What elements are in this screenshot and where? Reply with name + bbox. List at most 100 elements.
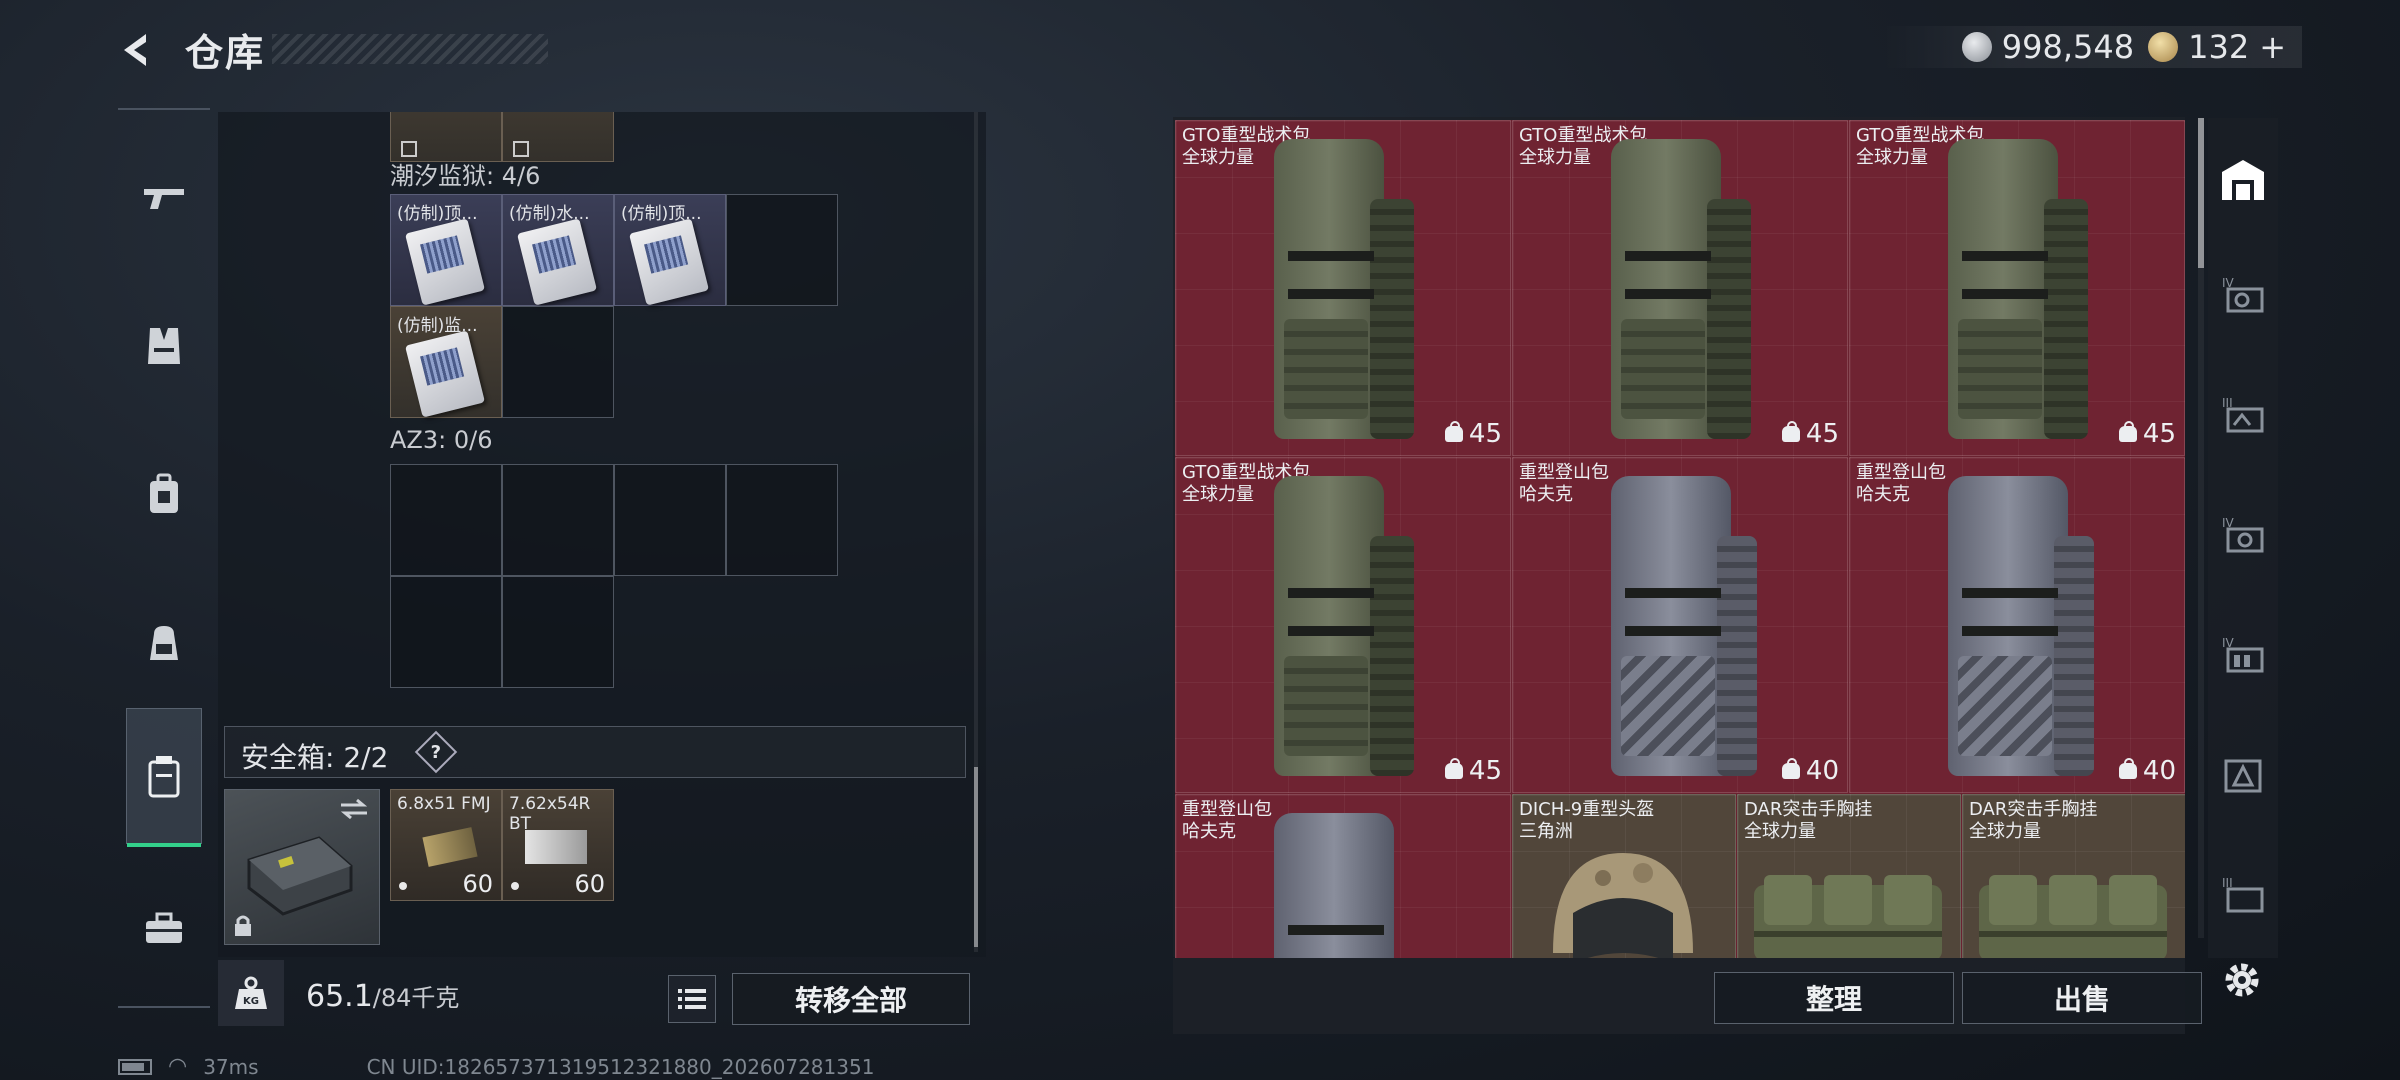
transfer-all-button[interactable]: 转移全部 <box>732 973 970 1025</box>
toolbox-icon <box>146 912 182 943</box>
helmet-image <box>1553 853 1693 958</box>
item-count: 45 <box>1781 419 1839 449</box>
swap-icon[interactable] <box>339 798 369 820</box>
back-arrow-icon <box>124 34 146 66</box>
backpack-icon <box>150 626 178 660</box>
carry-weight: 65.1/84千克 <box>306 978 459 1014</box>
ammo-item[interactable]: 7.62x54R BT 60 <box>502 789 614 901</box>
wifi-icon: ◠ <box>168 1054 188 1079</box>
list-view-button[interactable] <box>668 975 716 1023</box>
item-count: 40 <box>1781 756 1839 786</box>
weight-icon <box>2118 758 2137 779</box>
vest-icon <box>148 328 180 364</box>
empty-slot[interactable] <box>390 576 502 688</box>
empty-slot[interactable] <box>390 464 502 576</box>
weight-icon <box>1444 758 1463 779</box>
item-count: 45 <box>1444 419 1502 449</box>
grade-4-device-icon: IV <box>2222 636 2264 673</box>
coin-amount: 998,548 <box>2001 28 2135 66</box>
back-button[interactable] <box>112 24 164 76</box>
tab-containers[interactable] <box>126 444 202 544</box>
scrollbar-thumb[interactable] <box>2198 118 2204 268</box>
storage-grid[interactable]: GTO重型战术包 全球力量 45 GTO重型战术包 全球力量 45 GTO重型战术包… <box>1175 120 2185 958</box>
storage-item[interactable]: DICH-9重型头盔 三角洲 <box>1512 794 1736 958</box>
grade-4-camera-icon: IV <box>2222 516 2264 553</box>
item-name: 重型登山包 哈夫克 <box>1182 799 1272 842</box>
inventory-item[interactable]: (仿制)顶... <box>390 194 502 306</box>
inventory-item[interactable]: (仿制)水... <box>502 194 614 306</box>
storage-item[interactable]: GTO重型战术包 全球力量 45 <box>1512 120 1848 456</box>
storage-item[interactable]: 重型登山包 哈夫克 40 <box>1849 457 2185 793</box>
ping-text: 37ms <box>203 1054 259 1079</box>
tab-storage-3b[interactable]: III <box>2216 868 2270 922</box>
settings-button[interactable] <box>2214 952 2270 1008</box>
tab-storage-4c[interactable]: IV <box>2216 628 2270 682</box>
item-count: 60 <box>574 870 605 898</box>
empty-slot[interactable] <box>502 306 614 418</box>
no-insure-icon <box>513 141 529 157</box>
storage-item[interactable]: GTO重型战术包 全球力量 45 <box>1849 120 2185 456</box>
svg-text:KG: KG <box>243 996 259 1007</box>
storage-item[interactable]: 重型登山包 哈夫克 <box>1175 794 1511 958</box>
tab-tools[interactable] <box>126 878 202 978</box>
empty-slot[interactable] <box>502 464 614 576</box>
section-label: 潮汐监狱: 4/6 <box>390 162 541 190</box>
case-icon <box>150 473 178 513</box>
help-button[interactable]: ? <box>414 730 458 774</box>
empty-slot[interactable] <box>726 464 838 576</box>
storage-item[interactable]: DAR突击手胸挂 全球力量 <box>1737 794 1961 958</box>
empty-slot[interactable] <box>614 464 726 576</box>
keycard-image <box>404 218 486 306</box>
tab-all-storage[interactable] <box>2216 152 2270 206</box>
item-name: 6.8x51 FMJ <box>397 794 491 814</box>
tab-storage-medical[interactable] <box>2216 748 2270 802</box>
list-icon <box>678 989 706 1009</box>
inventory-item[interactable]: (仿制)监... <box>390 306 502 418</box>
keycard-image <box>628 218 710 306</box>
tab-backpacks[interactable] <box>126 592 202 692</box>
battery-icon <box>118 1058 152 1075</box>
grade-3-misc-icon: III <box>2222 876 2264 913</box>
empty-slot[interactable] <box>502 576 614 688</box>
tab-storage-4[interactable]: IV <box>2216 268 2270 322</box>
premium-currency[interactable]: 132 + <box>2148 28 2286 66</box>
page-title: 仓库 <box>185 31 266 75</box>
safe-box-slot[interactable] <box>224 789 380 945</box>
sort-button[interactable]: 整理 <box>1714 972 1954 1024</box>
inventory-cell[interactable] <box>390 112 502 162</box>
help-icon: ? <box>430 741 442 763</box>
add-currency-button[interactable]: + <box>2259 28 2286 66</box>
ammo-item[interactable]: 6.8x51 FMJ 60 <box>390 789 502 901</box>
safe-case-image <box>247 836 353 916</box>
inventory-cell[interactable] <box>502 112 614 162</box>
gun-icon <box>144 189 184 209</box>
tab-storage-4b[interactable]: IV <box>2216 508 2270 562</box>
item-count: 60 <box>462 870 493 898</box>
storage-tabs: IV III IV IV III <box>2208 118 2278 958</box>
storage-item[interactable]: 重型登山包 哈夫克 40 <box>1512 457 1848 793</box>
weight-indicator: KG <box>218 960 284 1026</box>
scrollbar-thumb[interactable] <box>974 767 978 947</box>
tab-weapons[interactable] <box>126 148 202 248</box>
item-name: (仿制)顶... <box>397 204 478 224</box>
empty-slot[interactable] <box>726 194 838 306</box>
ammo-dot-icon <box>399 882 407 890</box>
storage-item[interactable]: GTO重型战术包 全球力量 45 <box>1175 457 1511 793</box>
inventory-item[interactable]: (仿制)顶... <box>614 194 726 306</box>
item-count: 45 <box>2118 419 2176 449</box>
ammo-box-image <box>422 827 478 867</box>
coin-icon <box>1961 32 1992 62</box>
divider <box>118 108 210 110</box>
tab-vests[interactable] <box>126 296 202 396</box>
storage-item[interactable]: DAR突击手胸挂 全球力量 <box>1962 794 2185 958</box>
item-name: DAR突击手胸挂 全球力量 <box>1744 799 1873 842</box>
sell-button[interactable]: 出售 <box>1962 972 2202 1024</box>
safe-box-icon <box>148 756 180 798</box>
weight-icon <box>2118 421 2137 442</box>
section-label: AZ3: 0/6 <box>390 426 493 454</box>
item-name: DICH-9重型头盔 三角洲 <box>1519 799 1655 842</box>
tab-storage-3[interactable]: III <box>2216 388 2270 442</box>
ammo-box-image <box>525 830 587 864</box>
storage-item[interactable]: GTO重型战术包 全球力量 45 <box>1175 120 1511 456</box>
tab-safe-box[interactable] <box>126 708 202 847</box>
